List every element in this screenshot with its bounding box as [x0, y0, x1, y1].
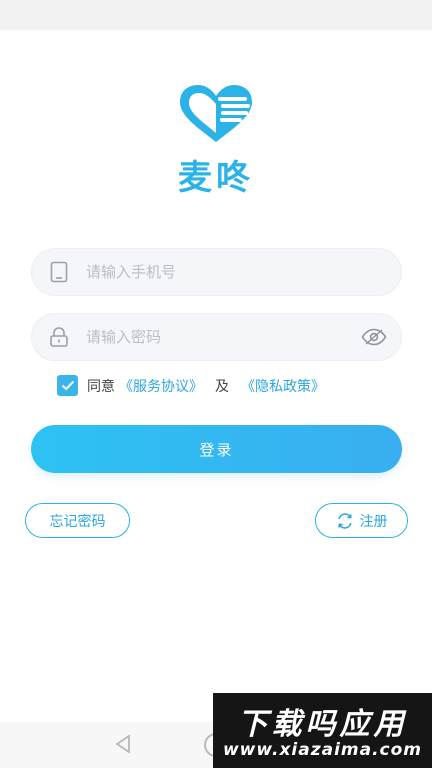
register-button[interactable]: 注册 — [315, 503, 408, 538]
register-label: 注册 — [359, 513, 388, 530]
phone-icon — [32, 261, 86, 283]
agree-label: 同意 — [87, 378, 115, 395]
agreement-row: 同意 《服务协议》 及 《隐私政策》 — [57, 375, 329, 396]
status-bar — [0, 0, 432, 30]
watermark-logo: 下载吗应用 www.xiazaima.com — [213, 693, 432, 768]
service-agreement-link[interactable]: 《服务协议》 — [119, 376, 203, 396]
heart-hand-logo-icon — [180, 85, 252, 142]
app-logo: 麦咚 — [0, 82, 432, 199]
watermark-title: 下载吗应用 — [237, 707, 408, 742]
checkmark-icon — [61, 380, 74, 391]
phone-input[interactable] — [86, 263, 401, 281]
back-triangle-icon[interactable] — [114, 734, 132, 754]
login-button[interactable]: 登录 — [31, 425, 402, 473]
password-input[interactable] — [86, 328, 347, 346]
password-field[interactable] — [31, 313, 402, 361]
agree-checkbox[interactable] — [57, 375, 78, 396]
privacy-policy-link[interactable]: 《隐私政策》 — [241, 376, 325, 396]
forgot-password-button[interactable]: 忘记密码 — [25, 503, 130, 538]
refresh-icon — [337, 512, 352, 529]
app-name: 麦咚 — [178, 158, 254, 198]
and-label: 及 — [215, 378, 229, 395]
lock-icon — [32, 326, 86, 348]
phone-field[interactable] — [31, 248, 402, 296]
watermark-url: www.xiazaima.com — [222, 740, 423, 760]
eye-icon[interactable] — [347, 328, 401, 346]
forgot-password-label: 忘记密码 — [49, 513, 106, 530]
